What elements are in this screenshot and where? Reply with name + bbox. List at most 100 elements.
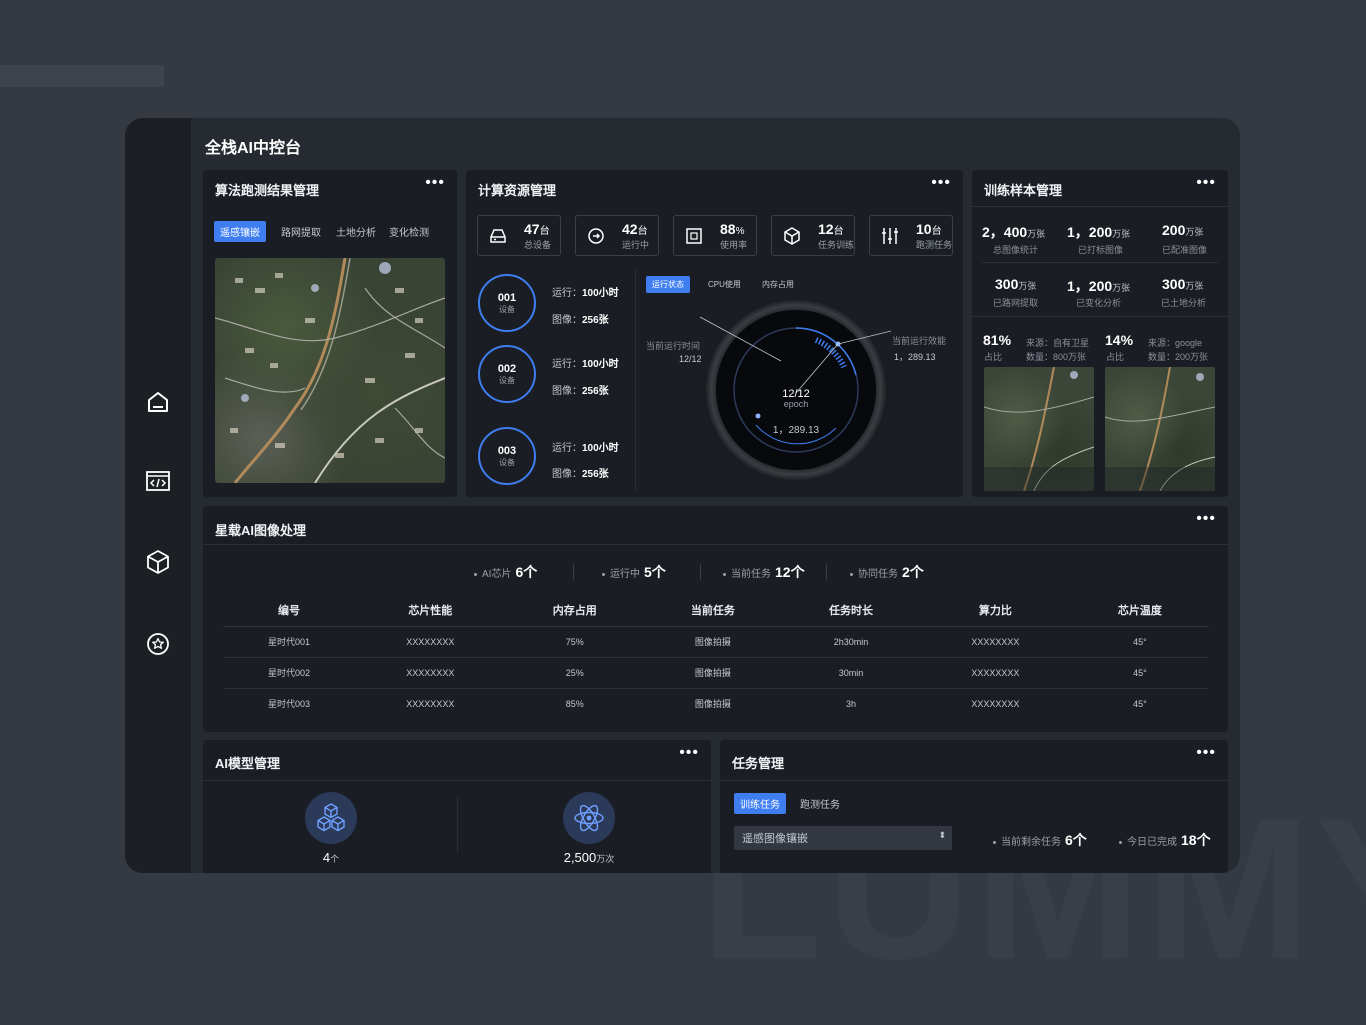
divider	[972, 206, 1228, 207]
sidebar	[125, 118, 191, 873]
device-run: 运行：100小时	[552, 288, 619, 299]
cube-icon[interactable]	[144, 548, 172, 576]
more-icon[interactable]: •••	[1196, 174, 1216, 192]
device-ring-001[interactable]: 001 设备	[478, 274, 536, 332]
panel-title: AI模型管理	[215, 756, 281, 771]
stat-label: 总设备	[524, 240, 552, 250]
divider	[972, 316, 1228, 317]
sample-labeled-label: 已打标图像	[1078, 245, 1124, 255]
remaining-tasks: 当前剩余任务 6个	[993, 830, 1087, 850]
task-type-select[interactable]: 遥感图像镶嵌 ⬍	[734, 826, 952, 850]
stat-training[interactable]: 12台 任务训练	[771, 215, 855, 256]
code-icon[interactable]	[144, 467, 172, 495]
panel-title: 训练样本管理	[984, 183, 1063, 198]
device-images: 图像：256张	[552, 469, 609, 480]
tab-memory[interactable]: 内存占用	[756, 276, 800, 293]
source-2-pct-label: 占比	[1106, 352, 1125, 362]
col-perf[interactable]: 芯片性能	[354, 594, 506, 627]
stat-usage[interactable]: 88% 使用率	[673, 215, 757, 256]
device-run: 运行：100小时	[552, 443, 619, 454]
device-sub: 设备	[499, 457, 515, 467]
chip-table: 编号 芯片性能 内存占用 当前任务 任务时长 算力比 芯片温度 星时代001 X…	[223, 594, 1209, 719]
tab-road[interactable]: 路网提取	[275, 221, 327, 242]
kpi-separator	[573, 564, 574, 580]
more-icon[interactable]: •••	[425, 174, 445, 192]
gauge-center-value: 1，289.13	[773, 425, 820, 436]
col-temp[interactable]: 芯片温度	[1070, 594, 1209, 627]
kpi-running: 运行中 5个	[602, 562, 666, 582]
satellite-ai-panel: 星载AI图像处理 ••• AI芯片 6个 运行中 5个 当前任务 12个 协同任务 2个…	[203, 506, 1228, 732]
more-icon[interactable]: •••	[931, 174, 951, 192]
sample-land: 300万张	[1162, 276, 1204, 292]
more-icon[interactable]: •••	[1196, 510, 1216, 528]
cell: 45°	[1070, 626, 1209, 658]
ai-model-panel: AI模型管理 ••• 4个 2,500万次	[203, 740, 711, 873]
cube-icon	[784, 227, 800, 245]
sample-image-google[interactable]	[1105, 367, 1215, 491]
col-task[interactable]: 当前任务	[643, 594, 782, 627]
sample-image-own[interactable]	[984, 367, 1094, 491]
tab-benchmark-task[interactable]: 跑测任务	[794, 793, 846, 814]
algo-result-panel: 算法跑测结果管理 ••• 遥感镶嵌 路网提取 土地分析 变化检测	[203, 170, 457, 497]
updown-icon: ⬍	[938, 830, 946, 840]
table-row[interactable]: 星时代001 XXXXXXXX 75% 图像拍摄 2h30min XXXXXXX…	[223, 626, 1209, 658]
panel-title: 任务管理	[732, 756, 785, 771]
model-calls: 2,500万次	[563, 850, 615, 865]
stat-value: 10台	[916, 221, 942, 237]
cell: 30min	[781, 657, 921, 689]
device-sub: 设备	[499, 375, 515, 385]
page-title: 全栈AI中控台	[205, 140, 302, 157]
cubes-icon[interactable]	[305, 792, 357, 844]
device-ring-003[interactable]: 003 设备	[478, 427, 536, 485]
tab-mosaic[interactable]: 遥感镶嵌	[214, 221, 266, 242]
cell: 45°	[1070, 657, 1209, 689]
more-icon[interactable]: •••	[1196, 744, 1216, 762]
table-row[interactable]: 星时代003 XXXXXXXX 85% 图像拍摄 3h XXXXXXXX 45°	[223, 688, 1209, 719]
stat-total-devices[interactable]: 47台 总设备	[477, 215, 561, 256]
stat-value: 47台	[524, 221, 550, 237]
device-id: 003	[497, 444, 517, 457]
model-count: 4个	[322, 850, 340, 865]
cell: XXXXXXXX	[354, 657, 506, 689]
background-bar	[0, 65, 164, 87]
vertical-divider	[635, 270, 636, 490]
stat-label: 运行中	[622, 240, 650, 250]
cell: 3h	[845, 698, 856, 709]
atom-icon[interactable]	[563, 792, 615, 844]
satellite-map[interactable]	[215, 258, 445, 483]
device-ring-002[interactable]: 002 设备	[478, 345, 536, 403]
chip-icon	[686, 228, 702, 244]
stat-running[interactable]: 42台 运行中	[575, 215, 659, 256]
cell: 星时代003	[267, 699, 310, 710]
kpi-separator	[826, 564, 827, 580]
refresh-icon	[588, 228, 604, 244]
col-mem[interactable]: 内存占用	[505, 594, 644, 627]
device-id: 001	[497, 291, 517, 304]
divider	[720, 780, 1228, 781]
table-row[interactable]: 星时代002 XXXXXXXX 25% 图像拍摄 30min XXXXXXXX …	[223, 657, 1209, 689]
sample-labeled: 1，200万张	[1067, 224, 1131, 240]
stat-benchmark[interactable]: 10台 跑测任务	[869, 215, 953, 256]
col-id[interactable]: 编号	[223, 594, 355, 627]
col-duration[interactable]: 任务时长	[781, 594, 921, 627]
tab-change[interactable]: 变化检测	[383, 221, 435, 242]
efficiency-gauge[interactable]: 12/12 epoch 1，289.13	[696, 295, 896, 485]
tab-land[interactable]: 土地分析	[330, 221, 382, 242]
sample-total-label: 总图像统计	[993, 245, 1039, 255]
source-2-count: 数量：200万张	[1148, 352, 1209, 362]
tab-cpu[interactable]: CPU使用	[702, 276, 747, 293]
device-images: 图像：256张	[552, 315, 609, 326]
col-ratio[interactable]: 算力比	[920, 594, 1071, 627]
more-icon[interactable]: •••	[679, 744, 699, 762]
cell: 星时代002	[223, 657, 355, 689]
cell: 图像拍摄	[694, 699, 731, 710]
home-icon[interactable]	[144, 388, 172, 416]
tab-training-task[interactable]: 训练任务	[734, 793, 786, 814]
tab-run-status[interactable]: 运行状态	[646, 276, 690, 293]
compute-resource-panel: 计算资源管理 ••• 47台 总设备 42台 运行中 88% 使用率 12台 任…	[466, 170, 963, 497]
star-icon[interactable]	[144, 630, 172, 658]
source-1-pct: 81%	[983, 332, 1012, 348]
cell: 2h30min	[781, 626, 921, 658]
gauge-left-label: 当前运行时间	[646, 341, 701, 351]
gauge-right-label: 当前运行效能	[892, 336, 947, 346]
